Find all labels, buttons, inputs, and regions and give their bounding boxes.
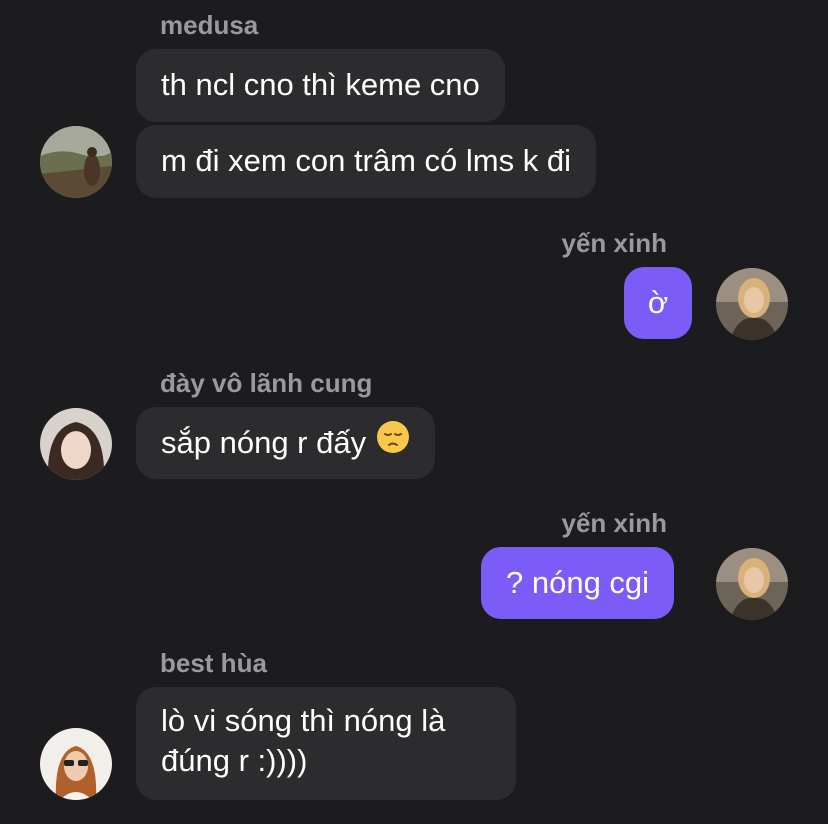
sender-name: best hùa: [160, 648, 267, 678]
pensive-face-icon: [376, 420, 410, 464]
chat-thread: medusa th ncl cno thì keme cno m đi xem …: [0, 0, 828, 824]
message-bubble[interactable]: ? nóng cgi: [481, 547, 675, 619]
sender-name: yến xinh: [561, 228, 667, 258]
message-bubble[interactable]: ờ: [624, 267, 692, 339]
message-text: sắp nóng r đấy: [161, 425, 367, 460]
sender-name: medusa: [160, 10, 259, 40]
avatar-photo-icon: [716, 268, 788, 340]
avatar[interactable]: [40, 126, 112, 198]
message-text-line: đúng r :)))): [161, 743, 308, 778]
avatar[interactable]: [40, 728, 112, 800]
avatar[interactable]: [716, 268, 788, 340]
message-bubble[interactable]: th ncl cno thì keme cno: [136, 49, 505, 122]
avatar[interactable]: [716, 548, 788, 620]
message-bubble[interactable]: lò vi sóng thì nóng là đúng r :)))): [136, 687, 516, 800]
message-bubble[interactable]: sắp nóng r đấy: [136, 407, 436, 479]
sender-name: yến xinh: [561, 508, 667, 538]
avatar-photo-icon: [40, 408, 112, 480]
avatar[interactable]: [40, 408, 112, 480]
sender-name: đày vô lãnh cung: [160, 368, 373, 398]
avatar-photo-icon: [40, 728, 112, 800]
message-bubble[interactable]: m đi xem con trâm có lms k đi: [136, 125, 596, 198]
avatar-photo-icon: [716, 548, 788, 620]
message-text-line: lò vi sóng thì nóng là: [161, 703, 446, 738]
avatar-photo-icon: [40, 126, 112, 198]
